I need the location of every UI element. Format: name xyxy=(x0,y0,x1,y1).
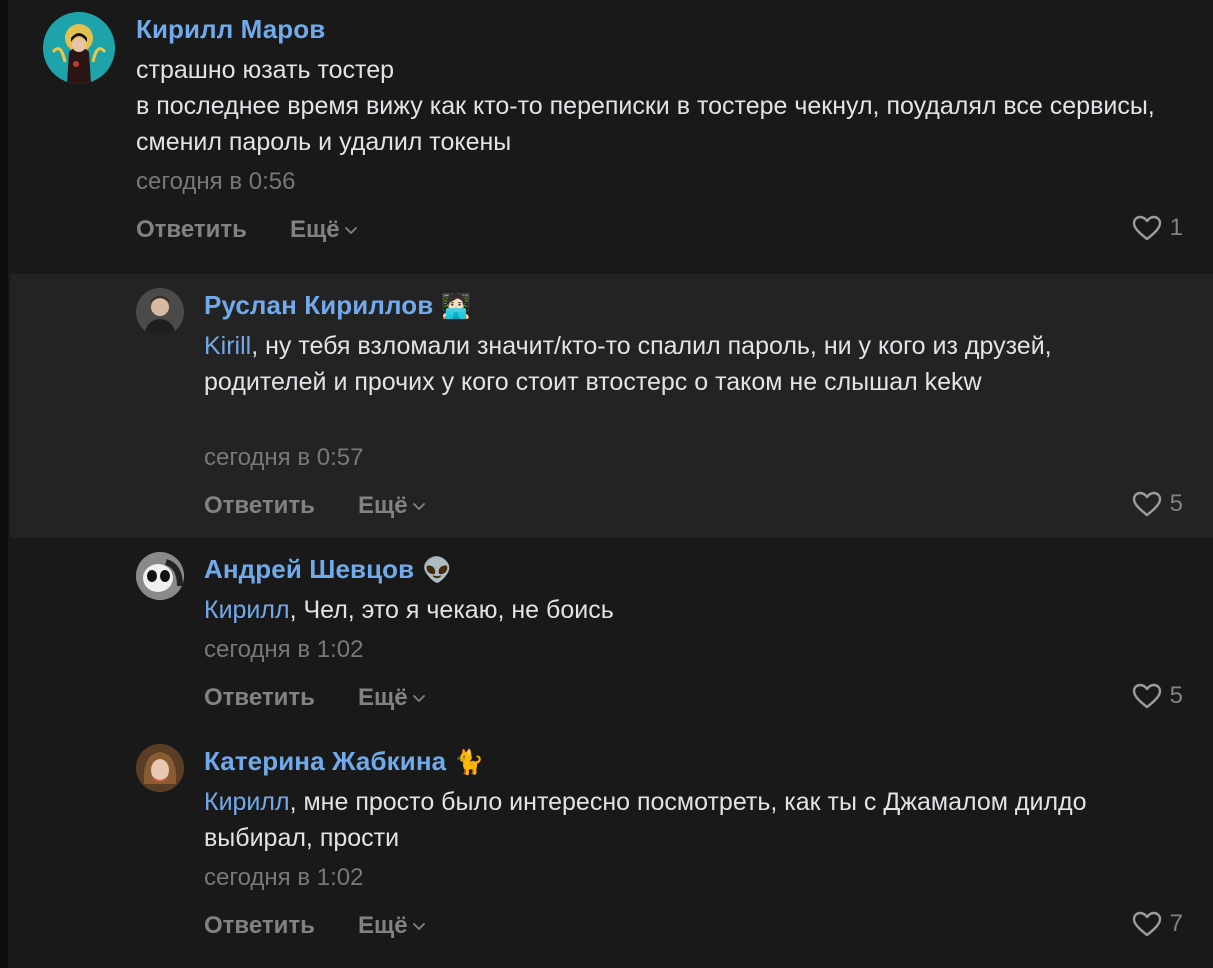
like-button[interactable]: 7 xyxy=(1132,910,1183,938)
chevron-down-icon xyxy=(412,695,425,702)
reply-button[interactable]: Ответить xyxy=(204,684,315,712)
chevron-down-icon xyxy=(344,227,357,234)
heart-icon xyxy=(1132,215,1161,241)
like-count: 7 xyxy=(1169,910,1183,937)
comment-item: Катерина Жабкина 🐈 Кирилл, мне просто был… xyxy=(10,730,1213,968)
comment-text: страшно юзать тостер в последнее время в… xyxy=(136,52,1155,160)
chevron-down-icon xyxy=(412,923,425,930)
like-button[interactable]: 1 xyxy=(1132,214,1183,242)
comment-text: Кирилл, Чел, это я чекаю, не боись xyxy=(204,592,1194,628)
comment-text-line: в последнее время вижу как кто-то перепи… xyxy=(136,92,1155,156)
avatar-image xyxy=(136,288,184,336)
avatar[interactable] xyxy=(136,744,184,792)
heart-icon xyxy=(1132,491,1161,517)
more-button[interactable]: Ещё xyxy=(290,216,358,244)
comment-time[interactable]: сегодня в 1:02 xyxy=(204,864,363,892)
heart-icon xyxy=(1132,683,1161,709)
author-name[interactable]: Катерина Жабкина 🐈 xyxy=(204,746,484,777)
author-emoji: 👽 xyxy=(422,557,453,584)
like-button[interactable]: 5 xyxy=(1132,490,1183,518)
like-count: 5 xyxy=(1169,490,1183,517)
author-emoji: 🧑🏻‍💻 xyxy=(441,293,472,320)
author-emoji: 🐈 xyxy=(454,749,485,776)
author-name-text: Катерина Жабкина xyxy=(204,746,447,776)
avatar-image xyxy=(136,744,184,792)
author-name-text: Руслан Кириллов xyxy=(204,290,434,320)
author-name[interactable]: Кирилл Маров xyxy=(136,14,325,45)
more-label: Ещё xyxy=(358,684,408,711)
like-button[interactable]: 5 xyxy=(1132,682,1183,710)
more-button[interactable]: Ещё xyxy=(358,912,426,940)
chevron-down-icon xyxy=(412,503,425,510)
mention-link[interactable]: Kirill xyxy=(204,332,251,360)
heart-icon xyxy=(1132,911,1161,937)
author-name[interactable]: Руслан Кириллов 🧑🏻‍💻 xyxy=(204,290,471,321)
reply-button[interactable]: Ответить xyxy=(136,216,247,244)
mention-link[interactable]: Кирилл xyxy=(204,788,290,816)
avatar[interactable] xyxy=(136,552,184,600)
comment-body: , ну тебя взломали значит/кто-то спалил … xyxy=(204,332,1052,396)
comment-text: Kirill, ну тебя взломали значит/кто-то с… xyxy=(204,328,1164,400)
reply-button[interactable]: Ответить xyxy=(204,492,315,520)
more-button[interactable]: Ещё xyxy=(358,684,426,712)
more-label: Ещё xyxy=(358,912,408,939)
comments-thread: Кирилл Маров страшно юзать тостер в посл… xyxy=(0,0,1213,968)
avatar[interactable] xyxy=(43,12,115,84)
comment-body: , мне просто было интересно посмотреть, … xyxy=(204,788,1087,852)
comment-body: , Чел, это я чекаю, не боись xyxy=(289,596,614,624)
avatar[interactable] xyxy=(136,288,184,336)
author-name-text: Андрей Шевцов xyxy=(204,554,415,584)
comment-time[interactable]: сегодня в 1:02 xyxy=(204,636,363,664)
avatar-image xyxy=(43,12,115,84)
avatar-image xyxy=(136,552,184,600)
comment-text: Кирилл, мне просто было интересно посмот… xyxy=(204,784,1194,856)
more-label: Ещё xyxy=(290,216,340,243)
comment-text-line: страшно юзать тостер xyxy=(136,56,395,84)
like-count: 5 xyxy=(1169,682,1183,709)
more-button[interactable]: Ещё xyxy=(358,492,426,520)
mention-link[interactable]: Кирилл xyxy=(204,596,290,624)
like-count: 1 xyxy=(1169,214,1183,241)
reply-button[interactable]: Ответить xyxy=(204,912,315,940)
comment-time[interactable]: сегодня в 0:56 xyxy=(136,168,295,196)
comment-item: Руслан Кириллов 🧑🏻‍💻 Kirill, ну тебя взло… xyxy=(10,274,1213,538)
author-name[interactable]: Андрей Шевцов 👽 xyxy=(204,554,452,585)
comment-time[interactable]: сегодня в 0:57 xyxy=(204,444,363,472)
comment-item: Кирилл Маров страшно юзать тостер в посл… xyxy=(10,0,1213,274)
comment-item: Андрей Шевцов 👽 Кирилл, Чел, это я чекаю,… xyxy=(10,538,1213,730)
more-label: Ещё xyxy=(358,492,408,519)
